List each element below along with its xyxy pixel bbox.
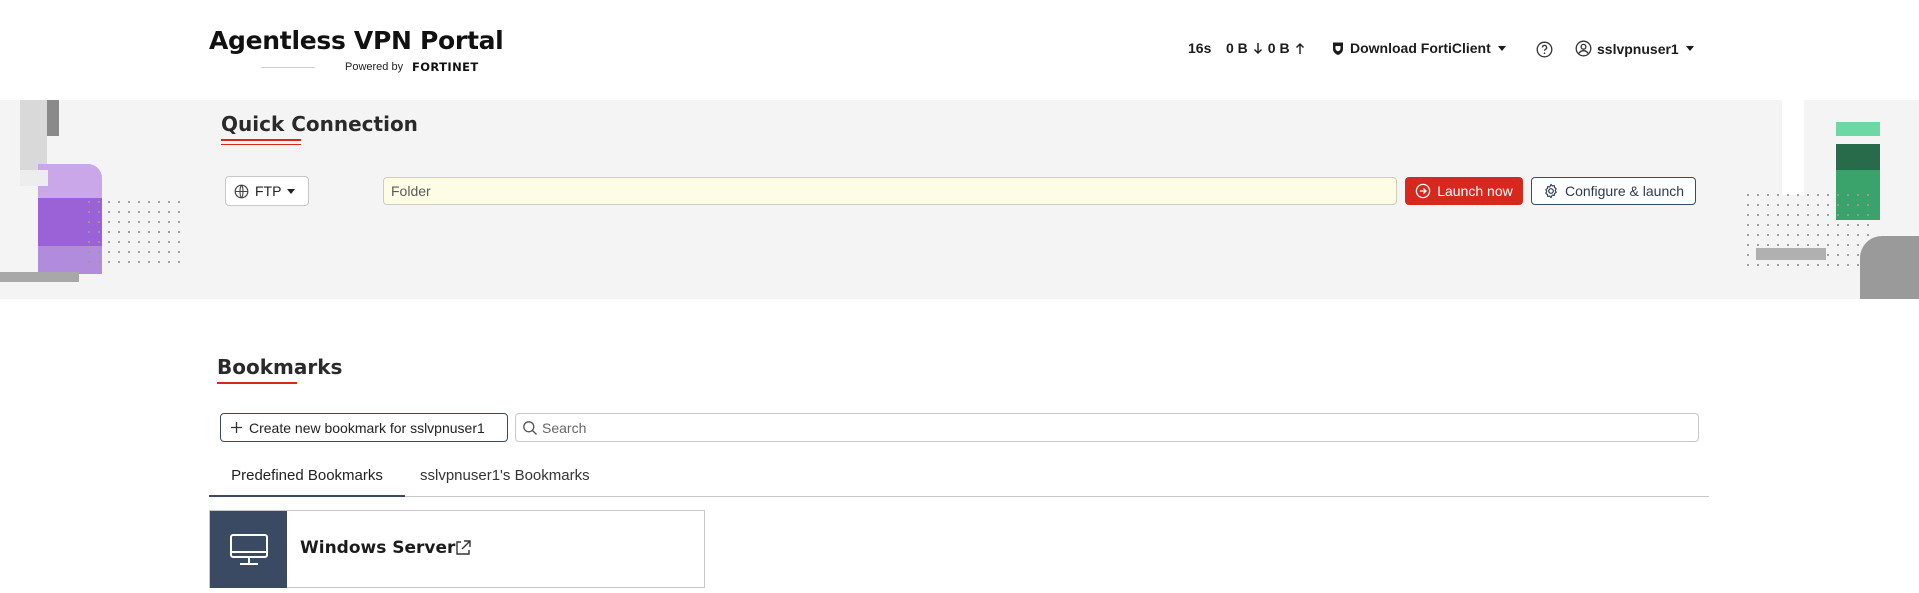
powered-by-text: Powered by bbox=[345, 61, 404, 73]
download-forticlient-menu[interactable]: Download FortiClient bbox=[1331, 40, 1506, 56]
monitor-icon bbox=[210, 511, 287, 588]
caret-down-icon bbox=[1685, 46, 1694, 51]
gear-icon bbox=[1545, 183, 1557, 199]
search-icon bbox=[523, 420, 537, 435]
title-underline bbox=[217, 382, 297, 384]
tab-user-bookmarks[interactable]: sslvpnuser1's Bookmarks bbox=[420, 460, 590, 497]
folder-input[interactable] bbox=[383, 177, 1397, 205]
arrow-down-icon bbox=[1253, 42, 1262, 54]
launch-now-label: Launch now bbox=[1437, 183, 1513, 199]
launch-now-button[interactable]: Launch now bbox=[1405, 177, 1523, 205]
username: sslvpnuser1 bbox=[1597, 40, 1679, 57]
top-header: Agentless VPN Portal Powered by FORTINET… bbox=[0, 0, 1919, 100]
divider bbox=[261, 67, 315, 68]
configure-launch-button[interactable]: Configure & launch bbox=[1531, 177, 1696, 205]
title-underline bbox=[221, 139, 301, 141]
decoration-right bbox=[1740, 100, 1919, 299]
session-timer: 16s bbox=[1188, 40, 1212, 56]
arrow-up-icon bbox=[1295, 42, 1304, 54]
tab-predefined-bookmarks[interactable]: Predefined Bookmarks bbox=[209, 460, 405, 497]
bytes-down: 0 B bbox=[1226, 40, 1248, 56]
bytes-up: 0 B bbox=[1267, 40, 1290, 56]
create-bookmark-label: Create new bookmark for sslvpnuser1 bbox=[249, 419, 485, 436]
help-button[interactable] bbox=[1536, 41, 1553, 58]
title-underline bbox=[221, 144, 301, 145]
quick-connection-title: Quick Connection bbox=[221, 112, 418, 136]
caret-down-icon bbox=[1497, 45, 1506, 51]
shield-icon bbox=[1333, 42, 1343, 55]
bookmark-tabs: Predefined Bookmarks sslvpnuser1's Bookm… bbox=[209, 460, 1709, 497]
brand: Agentless VPN Portal Powered by FORTINET bbox=[209, 26, 504, 74]
dot-grid bbox=[84, 197, 180, 269]
protocol-dropdown[interactable]: FTP bbox=[225, 176, 309, 206]
decoration-left bbox=[0, 100, 180, 299]
bookmark-search[interactable] bbox=[515, 413, 1699, 442]
traffic-stats: 0 B 0 B bbox=[1226, 40, 1305, 56]
fortinet-logo: FORTINET bbox=[412, 60, 479, 74]
external-link-icon[interactable] bbox=[454, 539, 472, 562]
portal-title: Agentless VPN Portal bbox=[209, 26, 504, 55]
search-input[interactable] bbox=[542, 419, 1642, 436]
user-menu[interactable]: sslvpnuser1 bbox=[1575, 40, 1694, 57]
bookmark-card[interactable]: Windows Server bbox=[209, 510, 705, 588]
protocol-value: FTP bbox=[255, 183, 282, 199]
download-label: Download FortiClient bbox=[1350, 40, 1491, 56]
configure-launch-label: Configure & launch bbox=[1564, 183, 1685, 199]
caret-down-icon bbox=[287, 188, 296, 194]
globe-icon bbox=[234, 184, 249, 198]
launch-icon bbox=[1415, 183, 1431, 199]
user-icon bbox=[1575, 40, 1592, 57]
bookmark-name: Windows Server bbox=[300, 538, 456, 558]
bookmarks-title: Bookmarks bbox=[217, 355, 343, 379]
create-bookmark-button[interactable]: Create new bookmark for sslvpnuser1 bbox=[220, 413, 508, 442]
help-icon bbox=[1536, 41, 1553, 58]
plus-icon bbox=[231, 422, 242, 433]
